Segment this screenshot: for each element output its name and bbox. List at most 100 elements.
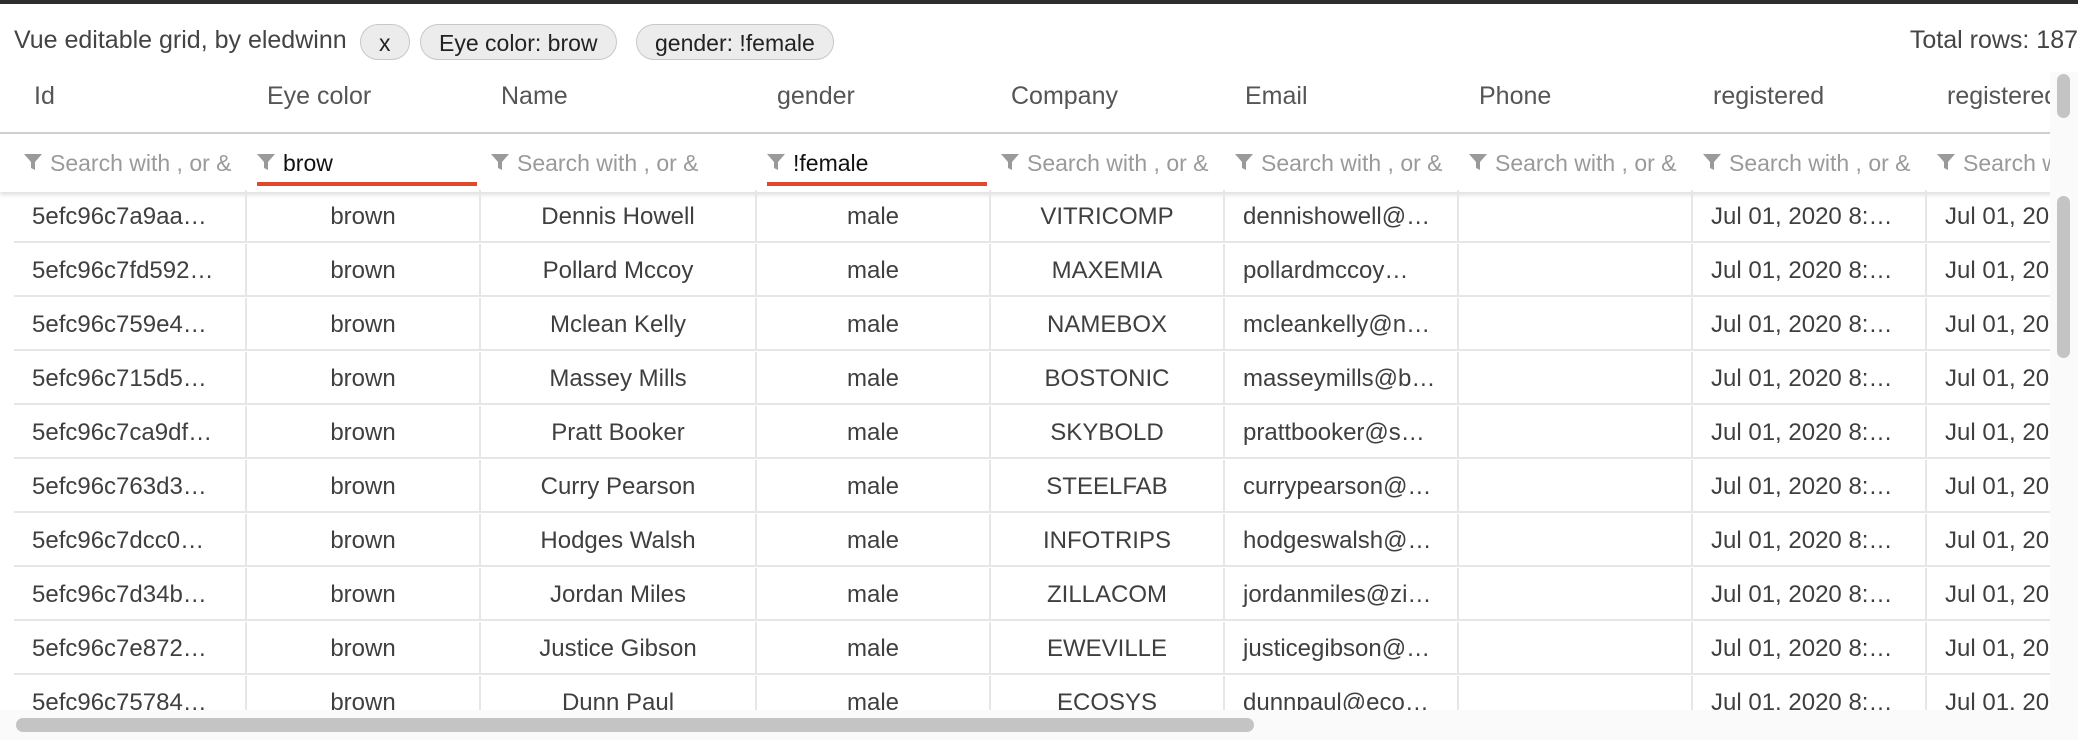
- cell-name[interactable]: Jordan Miles: [481, 568, 757, 621]
- cell-phone[interactable]: [1459, 352, 1693, 405]
- cell-registered[interactable]: Jul 01, 2020 8:…: [1693, 406, 1927, 459]
- cell-gender[interactable]: male: [757, 514, 991, 567]
- column-header-name[interactable]: Name: [481, 72, 757, 134]
- cell-gender[interactable]: male: [757, 622, 991, 675]
- cell-id[interactable]: 5efc96c7fd592…: [14, 244, 247, 297]
- cell-eye-color[interactable]: brown: [247, 622, 481, 675]
- cell-eye-color[interactable]: brown: [247, 352, 481, 405]
- cell-registered[interactable]: Jul 01, 2020 8:…: [1693, 568, 1927, 621]
- horizontal-scrollbar[interactable]: [0, 710, 2078, 740]
- cell-eye-color[interactable]: brown: [247, 568, 481, 621]
- vertical-scrollbar[interactable]: [2050, 72, 2078, 712]
- cell-registered-2[interactable]: Jul 01, 20: [1927, 514, 2050, 567]
- table-row[interactable]: 5efc96c759e4… brown Mclean Kelly male NAMEBO…: [0, 298, 2050, 352]
- column-header-gender[interactable]: gender: [757, 72, 991, 134]
- cell-name[interactable]: Pratt Booker: [481, 406, 757, 459]
- cell-phone[interactable]: [1459, 244, 1693, 297]
- cell-email[interactable]: prattbooker@s…: [1225, 406, 1459, 459]
- vertical-scroll-thumb[interactable]: [2057, 196, 2070, 358]
- cell-eye-color[interactable]: brown: [247, 460, 481, 513]
- cell-eye-color[interactable]: brown: [247, 298, 481, 351]
- column-header-company[interactable]: Company: [991, 72, 1225, 134]
- cell-registered-2[interactable]: Jul 01, 20: [1927, 460, 2050, 513]
- cell-id[interactable]: 5efc96c7a9aa…: [14, 190, 247, 243]
- cell-gender[interactable]: male: [757, 190, 991, 243]
- cell-registered[interactable]: Jul 01, 2020 8:…: [1693, 676, 1927, 710]
- cell-phone[interactable]: [1459, 460, 1693, 513]
- cell-phone[interactable]: [1459, 568, 1693, 621]
- cell-company[interactable]: VITRICOMP: [991, 190, 1225, 243]
- column-header-email[interactable]: Email: [1225, 72, 1459, 134]
- cell-email[interactable]: masseymills@b…: [1225, 352, 1459, 405]
- cell-phone[interactable]: [1459, 190, 1693, 243]
- table-row[interactable]: 5efc96c7ca9df… brown Pratt Booker male SKYBO…: [0, 406, 2050, 460]
- table-row[interactable]: 5efc96c7fd592… brown Pollard Mccoy male MAXE…: [0, 244, 2050, 298]
- cell-phone[interactable]: [1459, 406, 1693, 459]
- cell-registered-2[interactable]: Jul 01, 20: [1927, 190, 2050, 243]
- cell-gender[interactable]: male: [757, 460, 991, 513]
- cell-id[interactable]: 5efc96c763d3…: [14, 460, 247, 513]
- cell-email[interactable]: justicegibson@…: [1225, 622, 1459, 675]
- cell-gender[interactable]: male: [757, 244, 991, 297]
- filter-input-eye-color[interactable]: [283, 144, 473, 182]
- cell-registered-2[interactable]: Jul 01, 20: [1927, 244, 2050, 297]
- cell-registered[interactable]: Jul 01, 2020 8:…: [1693, 298, 1927, 351]
- header-scroll-thumb[interactable]: [2057, 74, 2070, 118]
- cell-email[interactable]: pollardmccoy…: [1225, 244, 1459, 297]
- cell-name[interactable]: Massey Mills: [481, 352, 757, 405]
- cell-company[interactable]: MAXEMIA: [991, 244, 1225, 297]
- cell-id[interactable]: 5efc96c7d34b…: [14, 568, 247, 621]
- cell-registered[interactable]: Jul 01, 2020 8:…: [1693, 622, 1927, 675]
- cell-gender[interactable]: male: [757, 406, 991, 459]
- table-row[interactable]: 5efc96c763d3… brown Curry Pearson male STEEL…: [0, 460, 2050, 514]
- cell-eye-color[interactable]: brown: [247, 514, 481, 567]
- cell-eye-color[interactable]: brown: [247, 406, 481, 459]
- cell-gender[interactable]: male: [757, 676, 991, 710]
- filter-input-registered-2[interactable]: [1963, 144, 2050, 182]
- cell-phone[interactable]: [1459, 514, 1693, 567]
- cell-email[interactable]: hodgeswalsh@…: [1225, 514, 1459, 567]
- cell-name[interactable]: Dunn Paul: [481, 676, 757, 710]
- cell-phone[interactable]: [1459, 622, 1693, 675]
- cell-email[interactable]: dennishowell@…: [1225, 190, 1459, 243]
- cell-name[interactable]: Hodges Walsh: [481, 514, 757, 567]
- filter-chip-gender[interactable]: gender: !female: [636, 24, 834, 60]
- cell-registered-2[interactable]: Jul 01, 20: [1927, 406, 2050, 459]
- cell-email[interactable]: dunnpaul@eco…: [1225, 676, 1459, 710]
- cell-company[interactable]: ZILLACOM: [991, 568, 1225, 621]
- table-row[interactable]: 5efc96c7d34b… brown Jordan Miles male ZILLAC…: [0, 568, 2050, 622]
- table-row[interactable]: 5efc96c715d5… brown Massey Mills male BOSTON…: [0, 352, 2050, 406]
- cell-name[interactable]: Dennis Howell: [481, 190, 757, 243]
- table-row[interactable]: 5efc96c7a9aa… brown Dennis Howell male VITRI…: [0, 190, 2050, 244]
- cell-registered-2[interactable]: Jul 01, 20: [1927, 352, 2050, 405]
- cell-registered-2[interactable]: Jul 01, 20: [1927, 676, 2050, 710]
- table-row[interactable]: 5efc96c7e872… brown Justice Gibson male EWEV…: [0, 622, 2050, 676]
- cell-name[interactable]: Pollard Mccoy: [481, 244, 757, 297]
- clear-filters-chip[interactable]: x: [360, 24, 410, 60]
- cell-registered[interactable]: Jul 01, 2020 8:…: [1693, 514, 1927, 567]
- cell-name[interactable]: Justice Gibson: [481, 622, 757, 675]
- filter-input-id[interactable]: [50, 144, 239, 182]
- cell-email[interactable]: jordanmiles@zi…: [1225, 568, 1459, 621]
- cell-email[interactable]: mcleankelly@n…: [1225, 298, 1459, 351]
- cell-eye-color[interactable]: brown: [247, 190, 481, 243]
- cell-id[interactable]: 5efc96c75784…: [14, 676, 247, 710]
- cell-company[interactable]: BOSTONIC: [991, 352, 1225, 405]
- filter-input-gender[interactable]: [793, 144, 983, 182]
- column-header-registered[interactable]: registered: [1693, 72, 1927, 134]
- horizontal-scroll-thumb[interactable]: [16, 718, 1254, 732]
- cell-id[interactable]: 5efc96c7dcc0…: [14, 514, 247, 567]
- cell-eye-color[interactable]: brown: [247, 676, 481, 710]
- column-header-eye-color[interactable]: Eye color: [247, 72, 481, 134]
- filter-input-email[interactable]: [1261, 144, 1451, 182]
- cell-company[interactable]: SKYBOLD: [991, 406, 1225, 459]
- filter-chip-eye-color[interactable]: Eye color: brow: [420, 24, 617, 60]
- cell-registered-2[interactable]: Jul 01, 20: [1927, 568, 2050, 621]
- filter-input-registered[interactable]: [1729, 144, 1919, 182]
- cell-gender[interactable]: male: [757, 568, 991, 621]
- filter-input-phone[interactable]: [1495, 144, 1685, 182]
- cell-id[interactable]: 5efc96c7e872…: [14, 622, 247, 675]
- column-header-registered-2[interactable]: registered: [1927, 72, 2050, 134]
- cell-company[interactable]: NAMEBOX: [991, 298, 1225, 351]
- cell-registered-2[interactable]: Jul 01, 20: [1927, 622, 2050, 675]
